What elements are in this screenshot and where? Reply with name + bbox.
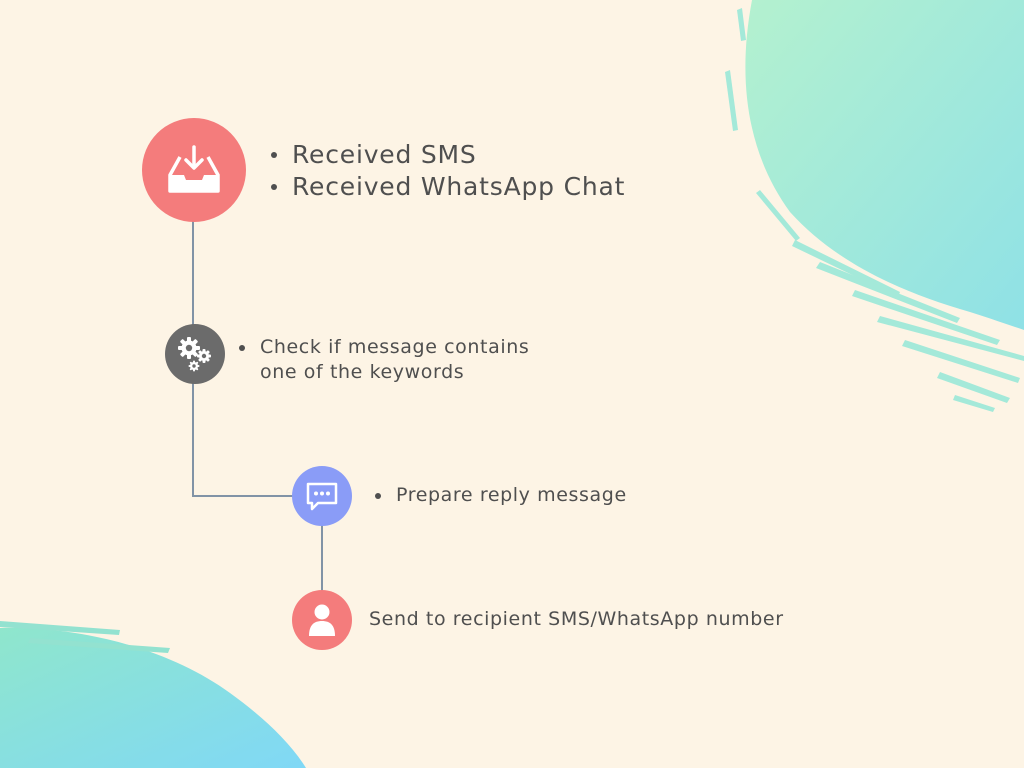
step-2-list: Check if message contains one of the key…: [234, 335, 564, 385]
step-1-list: Received SMS Received WhatsApp Chat: [266, 139, 625, 203]
step-4-text: Send to recipient SMS/WhatsApp number: [369, 608, 784, 630]
gears-icon: [176, 335, 214, 373]
step-3-item: Prepare reply message: [370, 483, 627, 508]
gears-node: [165, 324, 225, 384]
inbox-node: [142, 118, 246, 222]
user-node: [292, 590, 352, 650]
inbox-download-icon: [166, 145, 222, 195]
chat-node: [292, 466, 352, 526]
chat-bubble-icon: [305, 481, 339, 511]
step-1-item: Received WhatsApp Chat: [266, 171, 625, 203]
step-1-item: Received SMS: [266, 139, 625, 171]
step-3-list: Prepare reply message: [370, 483, 627, 508]
step-2-item: Check if message contains one of the key…: [234, 335, 564, 385]
user-icon: [307, 603, 337, 637]
